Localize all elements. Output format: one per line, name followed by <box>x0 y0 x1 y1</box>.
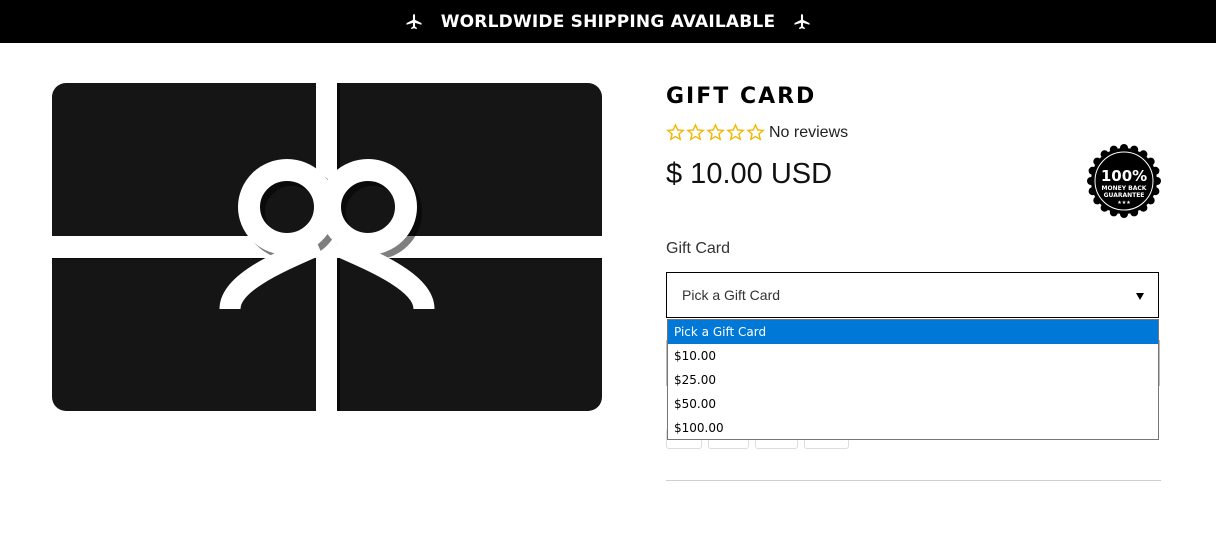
airplane-icon <box>794 13 810 29</box>
dropdown-arrow-icon <box>1136 293 1144 300</box>
star-outline-icon <box>666 123 685 141</box>
gift-card-select[interactable]: Pick a Gift Card <box>666 272 1159 318</box>
gift-card-options-list[interactable]: Pick a Gift Card $10.00 $25.00 $50.00 $1… <box>667 319 1159 440</box>
announcement-text: WORLDWIDE SHIPPING AVAILABLE <box>440 11 776 32</box>
star-outline-icon <box>706 123 725 141</box>
rating-stars[interactable]: No reviews <box>666 123 848 142</box>
star-outline-icon <box>686 123 705 141</box>
badge-percent: 100% <box>1101 167 1147 185</box>
reviews-count: No reviews <box>769 123 849 141</box>
star-outline-icon <box>746 123 765 141</box>
option-50[interactable]: $50.00 <box>668 392 1158 416</box>
variant-label: Gift Card <box>666 240 731 257</box>
badge-line2: MONEY BACK <box>1102 185 1147 192</box>
airplane-icon <box>406 13 422 29</box>
option-25[interactable]: $25.00 <box>668 368 1158 392</box>
badge-stars: ★★★ <box>1117 200 1131 206</box>
divider <box>666 480 1161 481</box>
money-back-guarantee-badge: 100% MONEY BACK GUARANTEE ★★★ <box>1087 144 1161 218</box>
product-title: GIFT CARD <box>666 84 817 109</box>
product-price: $ 10.00 USD <box>666 158 833 190</box>
badge-line3: GUARANTEE <box>1104 192 1145 199</box>
option-pick-a-gift-card[interactable]: Pick a Gift Card <box>668 320 1158 344</box>
option-10[interactable]: $10.00 <box>668 344 1158 368</box>
star-outline-icon <box>726 123 745 141</box>
option-100[interactable]: $100.00 <box>668 416 1158 440</box>
select-value: Pick a Gift Card <box>682 287 781 303</box>
gift-card-image <box>52 83 602 411</box>
announcement-bar: WORLDWIDE SHIPPING AVAILABLE <box>0 0 1216 43</box>
